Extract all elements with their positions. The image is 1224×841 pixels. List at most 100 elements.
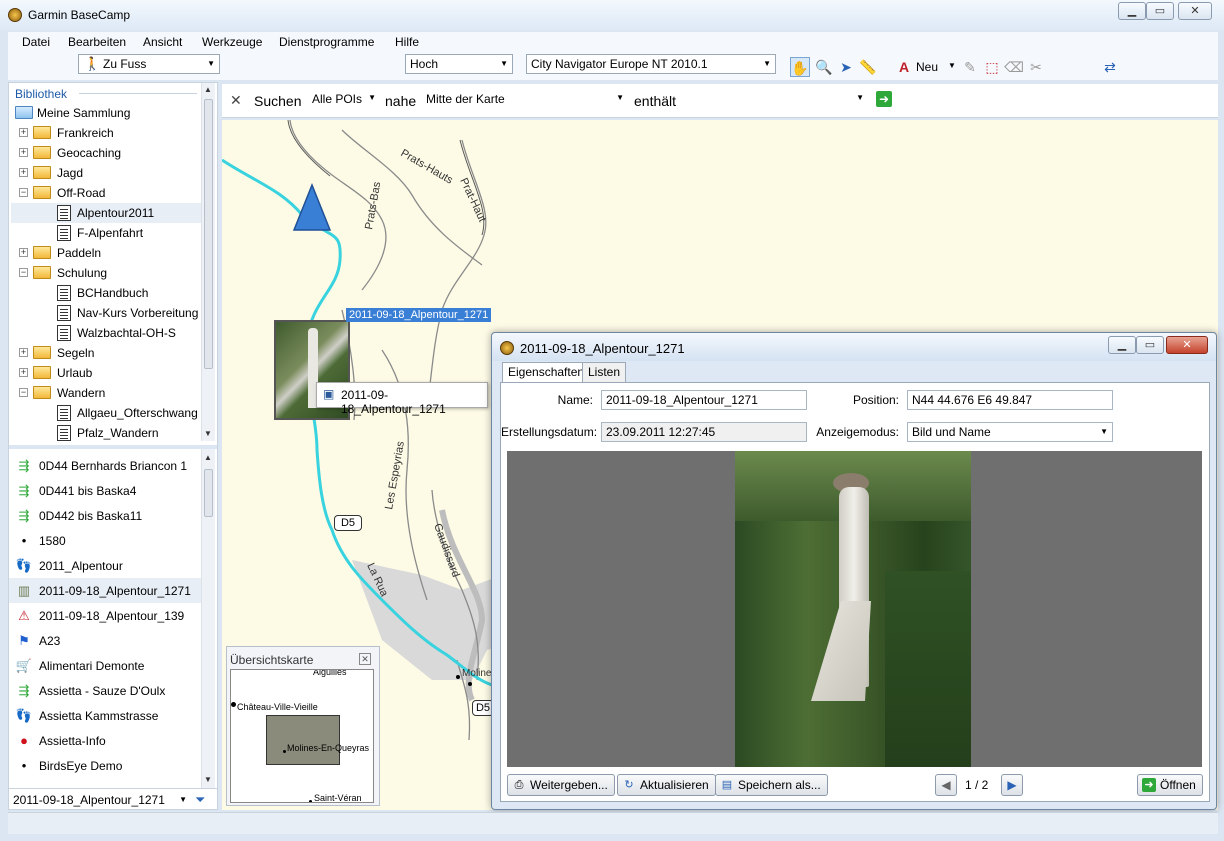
- select-region-icon[interactable]: ⬚: [982, 57, 1002, 77]
- expand-icon[interactable]: +: [19, 248, 28, 257]
- scroll-down-icon[interactable]: ▼: [204, 429, 212, 438]
- ruler-icon[interactable]: 📏: [858, 57, 878, 77]
- photo-image[interactable]: [735, 451, 971, 767]
- list-item[interactable]: ⚠ 2011-09-18_Alpentour_139: [9, 603, 203, 628]
- close-button[interactable]: ✕: [1166, 336, 1208, 354]
- tree-item[interactable]: − Wandern: [11, 383, 201, 403]
- scissors-icon[interactable]: ✂: [1026, 57, 1046, 77]
- list-item[interactable]: ▥ 2011-09-18_Alpentour_1271: [9, 578, 203, 603]
- list-item[interactable]: • 1580: [9, 528, 203, 553]
- scroll-up-icon[interactable]: ▲: [204, 453, 212, 462]
- zoom-tool-icon[interactable]: 🔍: [814, 57, 834, 77]
- tree-item[interactable]: − Off-Road: [11, 183, 201, 203]
- new-waypoint-icon[interactable]: A: [894, 57, 914, 77]
- hand-tool-icon[interactable]: ✋: [790, 57, 810, 77]
- tree-item[interactable]: − Schulung: [11, 263, 201, 283]
- expand-icon[interactable]: +: [19, 368, 28, 377]
- filter-funnel-icon[interactable]: ⏷: [195, 792, 205, 808]
- maximize-button[interactable]: ▭: [1146, 2, 1174, 20]
- tree-item[interactable]: + Geocaching: [11, 143, 201, 163]
- chevron-down-icon[interactable]: ▼: [948, 61, 956, 70]
- next-photo-button[interactable]: ▶: [1001, 774, 1023, 796]
- detail-select[interactable]: Hoch ▼: [405, 54, 513, 74]
- expand-icon[interactable]: +: [19, 168, 28, 177]
- tree-item[interactable]: Nav-Kurs Vorbereitung: [11, 303, 201, 323]
- tree-scrollbar[interactable]: ▲ ▼: [201, 83, 215, 441]
- contains-input[interactable]: ▼: [690, 92, 866, 110]
- menu-werkzeuge[interactable]: Werkzeuge: [202, 35, 262, 49]
- menu-ansicht[interactable]: Ansicht: [143, 35, 182, 49]
- menu-dienstprogramme[interactable]: Dienstprogramme: [279, 35, 374, 49]
- name-field[interactable]: 2011-09-18_Alpentour_1271: [601, 390, 807, 410]
- position-field[interactable]: N44 44.676 E6 49.847: [907, 390, 1113, 410]
- minimize-button[interactable]: ▁: [1118, 2, 1146, 20]
- list-item[interactable]: ● Assietta-Info: [9, 728, 203, 753]
- share-button[interactable]: ⎙ Weitergeben...: [507, 774, 615, 796]
- tab-lists[interactable]: Listen: [582, 362, 627, 382]
- tree-root[interactable]: Meine Sammlung: [11, 103, 201, 123]
- activity-profile-select[interactable]: 🚶 Zu Fuss ▼: [78, 54, 220, 74]
- list-item[interactable]: 🛒 Alimentari Demonte: [9, 653, 203, 678]
- list-item[interactable]: ⇶ 0D441 bis Baska4: [9, 478, 203, 503]
- previous-photo-button[interactable]: ◀: [935, 774, 957, 796]
- tab-properties[interactable]: Eigenschaften: [502, 362, 591, 383]
- eraser-icon[interactable]: ⌫: [1004, 57, 1024, 77]
- tree-item[interactable]: + Paddeln: [11, 243, 201, 263]
- save-as-button[interactable]: ▤ Speichern als...: [715, 774, 828, 796]
- near-location-select[interactable]: Mitte der Karte ▼: [426, 92, 626, 110]
- tree-item[interactable]: + Frankreich: [11, 123, 201, 143]
- tree-item[interactable]: + Jagd: [11, 163, 201, 183]
- go-arrow-icon[interactable]: ➜: [876, 91, 892, 107]
- menu-hilfe[interactable]: Hilfe: [395, 35, 419, 49]
- tree-item[interactable]: + Urlaub: [11, 363, 201, 383]
- scrollbar-thumb[interactable]: [204, 99, 213, 369]
- expand-icon[interactable]: +: [19, 148, 28, 157]
- tree-item[interactable]: Alpentour2011: [11, 203, 201, 223]
- open-button[interactable]: ➜ Öffnen: [1137, 774, 1203, 796]
- overview-map[interactable]: Aiguilles Château-Ville-Vieille Molines-…: [230, 669, 374, 803]
- new-button[interactable]: Neu: [916, 60, 938, 74]
- panel-splitter[interactable]: [9, 445, 217, 449]
- collapse-icon[interactable]: −: [19, 188, 28, 197]
- selected-item-map-label[interactable]: 2011-09-18_Alpentour_1271: [346, 308, 492, 322]
- poi-category-select[interactable]: Alle POIs ▼: [312, 92, 378, 110]
- tree-item[interactable]: + Segeln: [11, 343, 201, 363]
- select-arrow-icon[interactable]: ➤: [836, 57, 856, 77]
- menu-bearbeiten[interactable]: Bearbeiten: [68, 35, 126, 49]
- tree-item[interactable]: Pfalz_Wandern: [11, 423, 201, 443]
- tree-item[interactable]: BCHandbuch: [11, 283, 201, 303]
- photo-map-popup[interactable]: ▣ 2011-09-18_Alpentour_1271: [316, 382, 488, 416]
- item-filter-select[interactable]: 2011-09-18_Alpentour_1271 ▼: [11, 791, 189, 809]
- list-item[interactable]: ⇶ Assietta - Sauze D'Oulx: [9, 678, 203, 703]
- collapse-icon[interactable]: −: [19, 388, 28, 397]
- collapse-icon[interactable]: −: [19, 268, 28, 277]
- list-item[interactable]: 👣 2011_Alpentour: [9, 553, 203, 578]
- list-item[interactable]: 👣 Assietta Kammstrasse: [9, 703, 203, 728]
- overview-viewport[interactable]: [266, 715, 340, 765]
- tree-item[interactable]: Allgaeu_Ofterschwang: [11, 403, 201, 423]
- list-item[interactable]: ⇶ 0D442 bis Baska11: [9, 503, 203, 528]
- expand-icon[interactable]: +: [19, 128, 28, 137]
- scroll-up-icon[interactable]: ▲: [204, 85, 212, 94]
- minimize-button[interactable]: ▁: [1108, 336, 1136, 354]
- search-bar: ✕ Suchen Alle POIs ▼ nahe Mitte der Kart…: [222, 84, 1218, 118]
- sync-device-icon[interactable]: ⇄: [1100, 57, 1120, 77]
- tree-item[interactable]: F-Alpenfahrt: [11, 223, 201, 243]
- display-mode-select[interactable]: Bild und Name ▼: [907, 422, 1113, 442]
- list-scrollbar[interactable]: ▲ ▼: [201, 449, 215, 789]
- tree-item[interactable]: Walzbachtal-OH-S: [11, 323, 201, 343]
- edit-pencil-icon[interactable]: ✎: [960, 57, 980, 77]
- expand-icon[interactable]: +: [19, 348, 28, 357]
- close-button[interactable]: ✕: [1178, 2, 1212, 20]
- scroll-down-icon[interactable]: ▼: [204, 775, 212, 784]
- close-search-icon[interactable]: ✕: [230, 92, 242, 109]
- list-item[interactable]: ⇶ 0D44 Bernhards Briancon 1: [9, 453, 203, 478]
- scrollbar-thumb[interactable]: [204, 469, 213, 517]
- menu-datei[interactable]: Datei: [22, 35, 50, 49]
- maximize-button[interactable]: ▭: [1136, 336, 1164, 354]
- refresh-button[interactable]: ↻ Aktualisieren: [617, 774, 716, 796]
- list-item[interactable]: • BirdsEye Demo: [9, 753, 203, 778]
- close-icon[interactable]: ✕: [359, 653, 371, 665]
- map-product-select[interactable]: City Navigator Europe NT 2010.1 ▼: [526, 54, 776, 74]
- list-item[interactable]: ⚑ A23: [9, 628, 203, 653]
